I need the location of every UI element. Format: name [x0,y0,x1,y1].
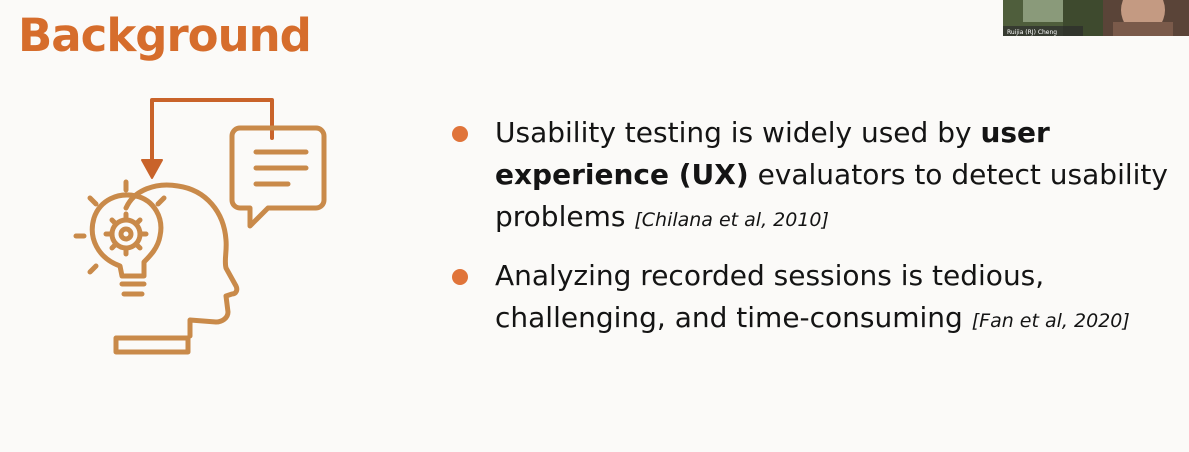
slide-title: Background [18,9,312,62]
bullet-dot-icon [452,126,468,142]
head-lightbulb-speech-icon [60,90,340,360]
bullet-item-analyzing-sessions: Analyzing recorded sessions is tedious, … [450,255,1189,342]
presenter-video-thumbnail[interactable]: Ruijia (RJ) Cheng [1003,0,1189,36]
citation: [Chilana et al, 2010] [634,209,829,231]
bullet-text: Usability testing is widely used by [495,116,981,149]
video-caption: Ruijia (RJ) Cheng [1007,29,1057,36]
slide: Background Ruijia (RJ) Cheng Usability t… [0,0,1189,452]
bullet-dot-icon [452,269,468,285]
bullet-item-usability-testing: Usability testing is widely used by user… [450,112,1189,241]
citation: [Fan et al, 2020] [971,310,1130,332]
bullet-text: Analyzing recorded sessions is tedious, … [495,259,1045,334]
bullet-list: Usability testing is widely used by user… [450,112,1189,356]
video-feed-image: Ruijia (RJ) Cheng [1003,0,1189,36]
